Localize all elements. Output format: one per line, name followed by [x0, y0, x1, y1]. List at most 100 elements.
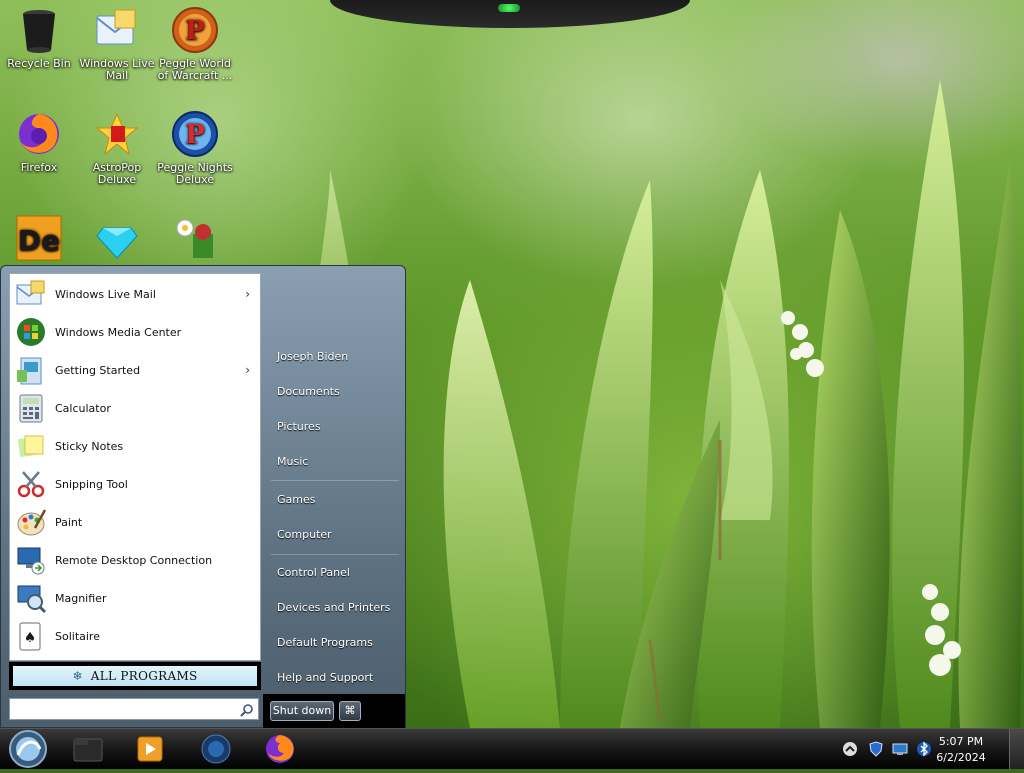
de-app-icon: De	[15, 214, 63, 262]
astropop-icon	[93, 110, 141, 158]
start-menu-programs-pane: Windows Live Mail › Windows Media Center…	[9, 273, 261, 661]
plants-game-icon	[171, 214, 219, 262]
start-menu: Windows Live Mail › Windows Media Center…	[0, 265, 406, 728]
program-magnifier[interactable]: Magnifier	[12, 580, 258, 616]
program-calculator[interactable]: Calculator	[12, 390, 258, 426]
windows-media-center-icon	[201, 734, 231, 764]
bejeweled-gem-icon	[93, 214, 141, 262]
program-label: Getting Started	[55, 363, 141, 377]
firefox-icon	[15, 110, 63, 158]
tray-security-button[interactable]	[868, 741, 884, 757]
calculator-icon	[15, 392, 47, 424]
program-solitaire[interactable]: ♠ Solitaire	[12, 618, 258, 654]
show-hidden-icons-icon	[843, 742, 857, 756]
shutdown-button[interactable]: Shut down	[270, 701, 334, 721]
program-label: Paint	[55, 515, 83, 529]
right-item-default-programs[interactable]: Default Programs	[271, 630, 407, 656]
windows-media-center-icon	[15, 316, 47, 348]
network-icon	[892, 743, 908, 755]
snipping-tool-icon	[15, 468, 47, 500]
desktop-icon-label: Windows Live Mail	[79, 57, 155, 82]
svg-text:♠: ♠	[24, 630, 37, 646]
start-orb-button[interactable]	[6, 729, 50, 769]
desktop-icon-de-app[interactable]: De	[0, 214, 78, 266]
right-item-games[interactable]: Games	[271, 487, 407, 513]
start-search-box[interactable]	[9, 698, 259, 720]
media-player-icon	[137, 736, 163, 762]
program-label: Windows Live Mail	[55, 287, 156, 301]
program-windows-media-center[interactable]: Windows Media Center	[12, 314, 258, 350]
desktop-icon-firefox[interactable]: Firefox	[0, 110, 78, 174]
show-desktop-button[interactable]	[1009, 729, 1024, 769]
start-search-input[interactable]	[13, 700, 237, 720]
program-windows-live-mail[interactable]: Windows Live Mail ›	[12, 276, 258, 312]
tray-network-button[interactable]	[892, 741, 908, 757]
security-shield-icon	[869, 741, 883, 757]
program-paint[interactable]: Paint	[12, 504, 258, 540]
search-icon[interactable]	[240, 702, 254, 721]
program-getting-started[interactable]: Getting Started ›	[12, 352, 258, 388]
firefox-icon	[266, 735, 294, 763]
desktop-icon-label: Peggle Nights Deluxe	[157, 161, 233, 186]
menu-separator	[271, 554, 399, 555]
submenu-arrow-icon[interactable]: ›	[245, 363, 250, 377]
solitaire-icon: ♠	[15, 620, 47, 652]
taskbar-media-center-button[interactable]	[198, 733, 234, 765]
sticky-notes-icon	[15, 430, 47, 462]
submenu-arrow-icon[interactable]: ›	[245, 287, 250, 301]
desktop-icon-peggle-nights[interactable]: P Peggle Nights Deluxe	[156, 110, 234, 186]
show-hidden-icons-button[interactable]	[842, 741, 858, 757]
program-sticky-notes[interactable]: Sticky Notes	[12, 428, 258, 464]
remote-desktop-icon	[15, 544, 47, 576]
taskbar-firefox-button[interactable]	[262, 733, 298, 765]
all-programs-icon: ❄	[72, 669, 83, 683]
desktop-icon-recycle-bin[interactable]: Recycle Bin	[0, 6, 78, 70]
desktop-icon-label: Peggle World of Warcraft ...	[157, 57, 233, 82]
right-item-user[interactable]: Joseph Biden	[271, 344, 407, 370]
explorer-icon	[73, 738, 103, 762]
shutdown-options-button[interactable]: ⌘	[339, 701, 361, 721]
right-item-control-panel[interactable]: Control Panel	[271, 560, 407, 586]
windows-live-mail-icon	[93, 6, 141, 54]
magnifier-icon	[15, 582, 47, 614]
windows-live-mail-icon	[15, 278, 47, 310]
start-orb-icon	[9, 730, 47, 768]
all-programs-button[interactable]: ❄ ALL PROGRAMS	[9, 662, 261, 690]
program-label: Snipping Tool	[55, 477, 128, 491]
right-item-help-support[interactable]: Help and Support	[271, 665, 407, 691]
desktop-icon-peggle-wow[interactable]: P Peggle World of Warcraft ...	[156, 6, 234, 82]
clock-date: 6/2/2024	[936, 751, 986, 764]
peggle-nights-icon: P	[171, 110, 219, 158]
desktop-icon-windows-live-mail[interactable]: Windows Live Mail	[78, 6, 156, 82]
taskbar: 5:07 PM 6/2/2024	[0, 728, 1024, 769]
desktop-icon-astropop[interactable]: AstroPop Deluxe	[78, 110, 156, 186]
taskbar-media-player-button[interactable]	[132, 733, 168, 765]
right-item-computer[interactable]: Computer	[271, 522, 407, 548]
svg-text:P: P	[185, 16, 205, 46]
right-item-pictures[interactable]: Pictures	[271, 414, 407, 440]
desktop-icon-plants[interactable]	[156, 214, 234, 266]
desktop-icon-label: Firefox	[20, 161, 58, 174]
clock-time: 5:07 PM	[938, 735, 984, 748]
paint-icon	[15, 506, 47, 538]
program-label: Magnifier	[55, 591, 107, 605]
desktop-icon-label: AstroPop Deluxe	[92, 161, 142, 186]
taskbar-clock[interactable]: 5:07 PM 6/2/2024	[926, 734, 996, 766]
program-label: Solitaire	[55, 629, 100, 643]
all-programs-label: ALL PROGRAMS	[90, 669, 198, 683]
desktop-icon-gem[interactable]	[78, 214, 156, 266]
svg-text:P: P	[185, 120, 205, 150]
program-label: Remote Desktop Connection	[55, 553, 213, 567]
program-label: Windows Media Center	[55, 325, 182, 339]
svg-text:De: De	[18, 224, 60, 257]
right-item-music[interactable]: Music	[271, 449, 407, 475]
right-item-devices-printers[interactable]: Devices and Printers	[271, 595, 407, 621]
program-label: Sticky Notes	[55, 439, 124, 453]
taskbar-explorer-button[interactable]	[70, 733, 106, 765]
menu-separator	[271, 480, 399, 481]
status-led-icon	[498, 4, 520, 12]
right-item-documents[interactable]: Documents	[271, 379, 407, 405]
peggle-wow-icon: P	[171, 6, 219, 54]
program-snipping-tool[interactable]: Snipping Tool	[12, 466, 258, 502]
program-remote-desktop[interactable]: Remote Desktop Connection	[12, 542, 258, 578]
